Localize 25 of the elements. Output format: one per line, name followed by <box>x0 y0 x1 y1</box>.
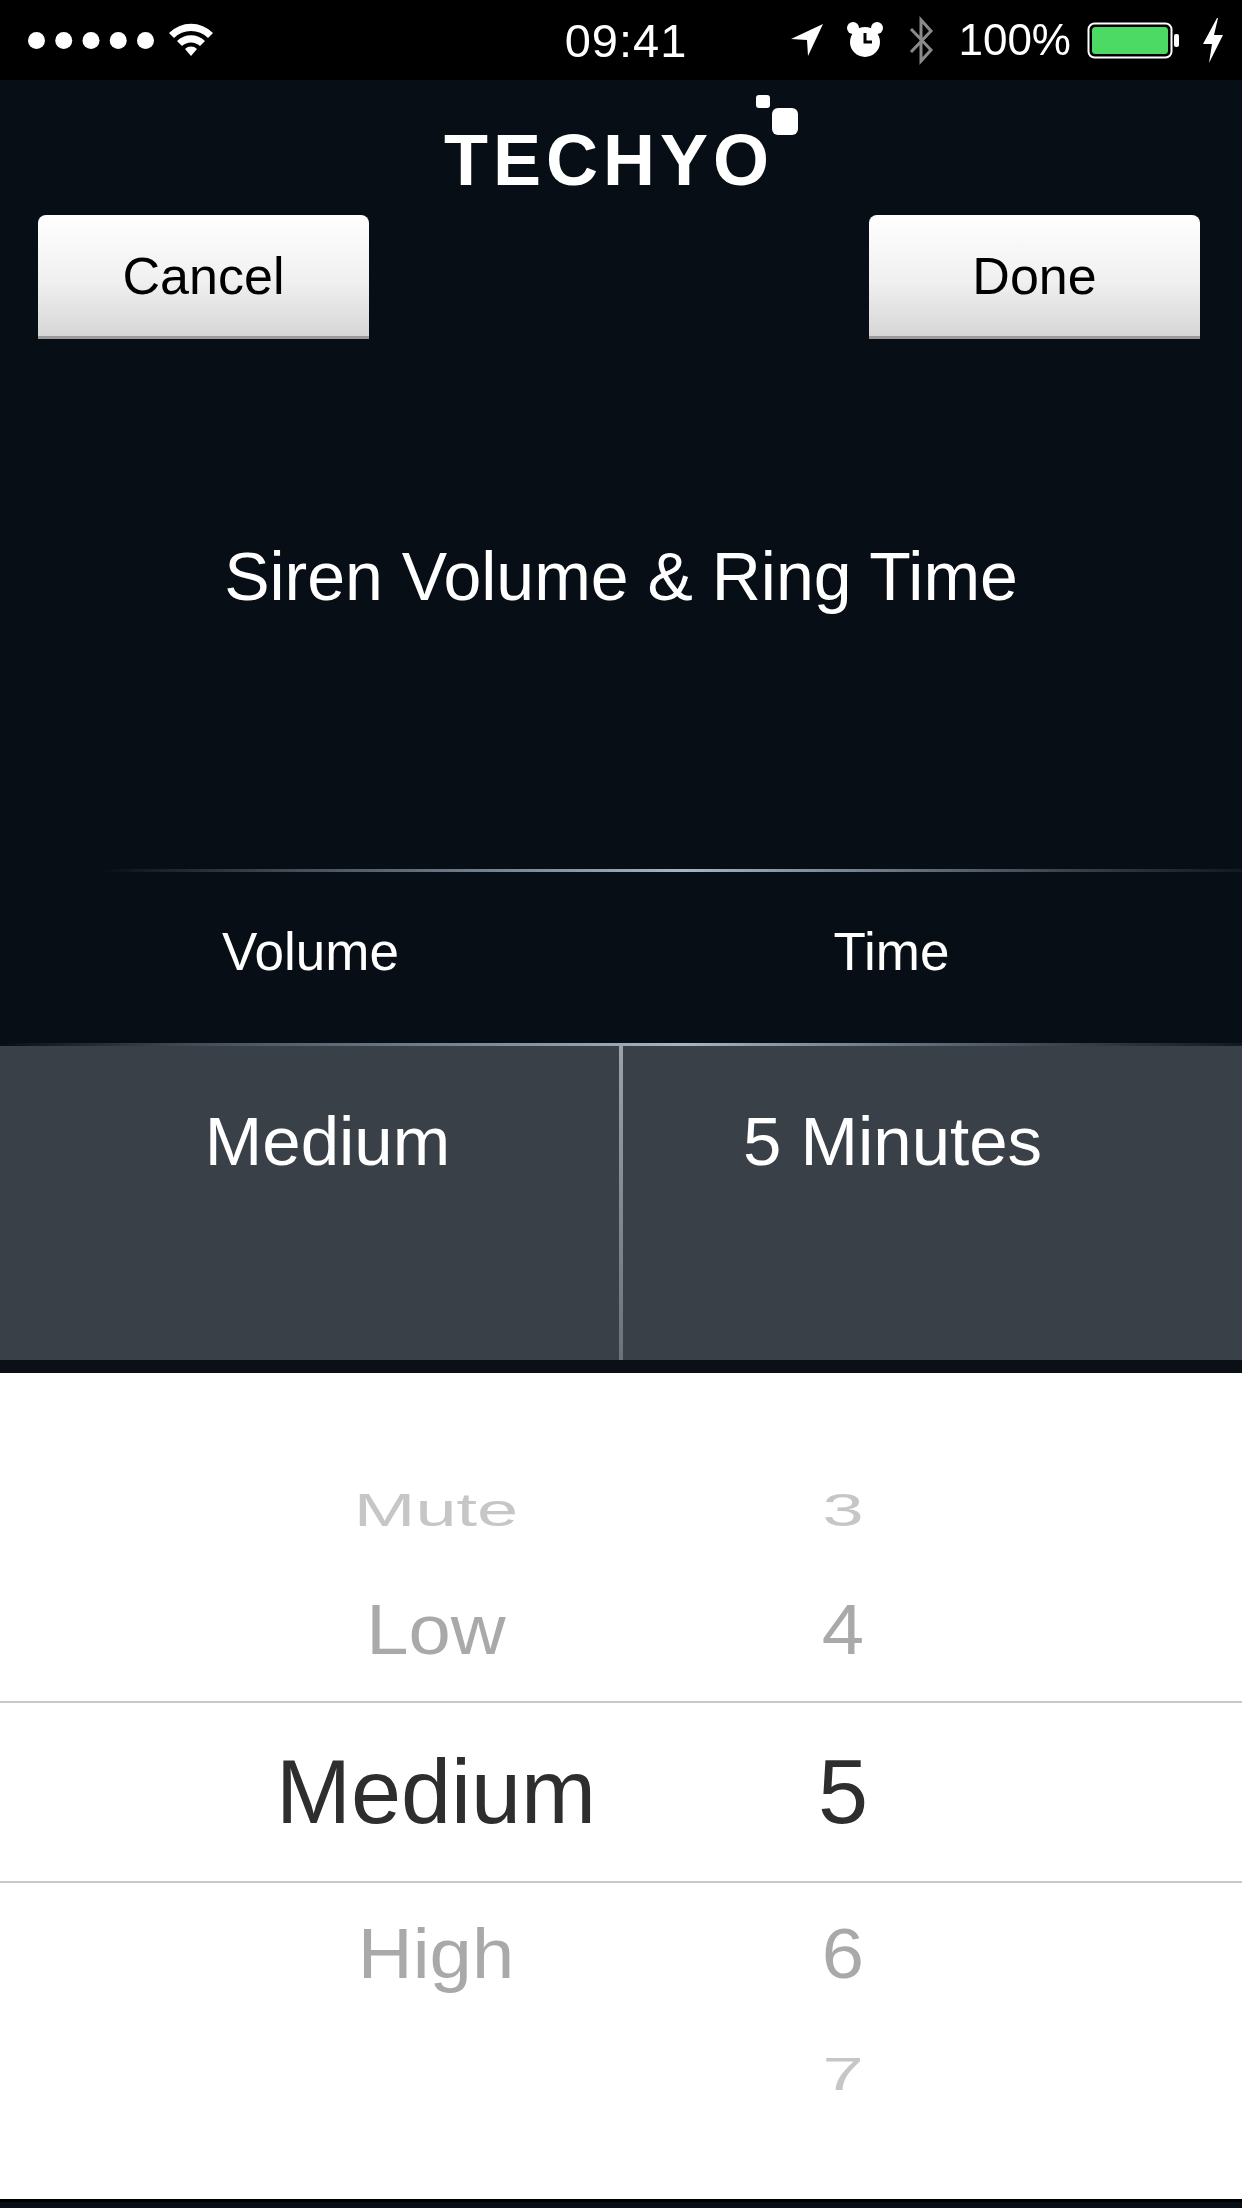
battery-percentage: 100% <box>958 18 1071 62</box>
logo-text: TECHYO <box>444 124 774 196</box>
picker-item[interactable]: Medium <box>275 1747 597 1837</box>
wifi-icon <box>168 22 214 58</box>
status-time: 09:41 <box>564 16 688 64</box>
charging-bolt-icon <box>1202 17 1224 63</box>
picker-item[interactable]: 3 <box>822 1487 864 1533</box>
column-header: Time <box>833 925 950 978</box>
location-arrow-icon <box>790 23 825 57</box>
column-header: Volume <box>222 925 399 978</box>
signal-strength-icon <box>28 31 154 49</box>
done-button[interactable]: Done <box>869 215 1200 339</box>
picker-item[interactable]: 7 <box>822 2051 864 2097</box>
screen-title: Siren Volume & Ring Time <box>224 538 1018 614</box>
battery-icon <box>1087 21 1180 59</box>
picker-item[interactable]: 6 <box>821 1919 865 1989</box>
alarm-clock-icon <box>846 21 885 59</box>
cancel-button[interactable]: Cancel <box>38 215 369 339</box>
picker-item[interactable]: 4 <box>821 1595 865 1665</box>
selected-value: Medium <box>204 1107 451 1176</box>
picker-item[interactable]: Mute <box>353 1487 519 1533</box>
picker-item[interactable]: Low <box>366 1595 506 1665</box>
logo-squares-icon <box>756 95 798 135</box>
picker-item[interactable]: 5 <box>817 1747 869 1837</box>
selected-value: 5 Minutes <box>742 1107 1043 1176</box>
